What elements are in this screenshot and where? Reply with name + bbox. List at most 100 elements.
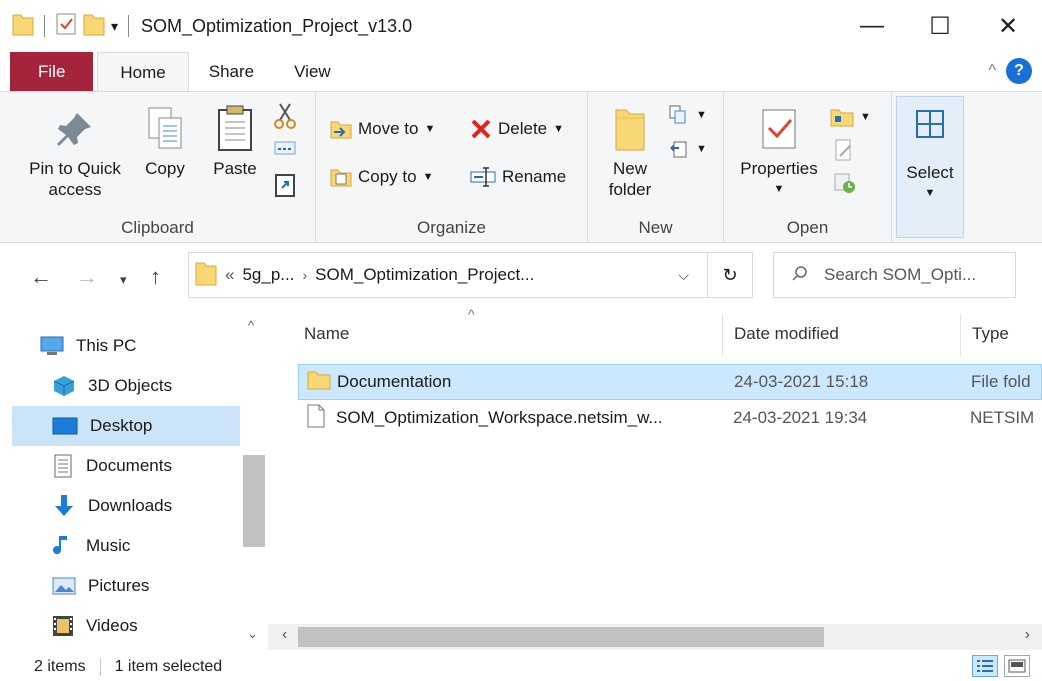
back-arrow-icon[interactable]: ← — [30, 264, 52, 290]
nav-item-documents[interactable]: Documents — [52, 446, 240, 486]
downloads-icon — [55, 495, 73, 516]
scroll-left-icon[interactable]: ‹ — [282, 626, 287, 644]
select-button[interactable]: Select ▼ — [896, 96, 964, 238]
search-box[interactable]: Search SOM_Opti... — [773, 252, 1016, 298]
column-header-date-modified[interactable]: Date modified — [734, 312, 839, 356]
paste-button[interactable]: Paste — [208, 100, 262, 179]
address-bar[interactable]: « 5g_p... › SOM_Optimization_Project... … — [188, 252, 708, 298]
nav-item-3d-objects[interactable]: 3D Objects — [52, 366, 240, 406]
open-group: Properties ▼ ▼ Open — [724, 92, 892, 242]
clipboard-group: Pin to Quick access Copy Paste Clipboard — [0, 92, 316, 242]
open-group-label: Open — [786, 218, 829, 237]
select-icon — [915, 109, 945, 144]
documents-icon — [54, 454, 72, 478]
address-dropdown-icon[interactable]: ⌵ — [678, 267, 689, 284]
new-group-label: New — [638, 218, 673, 237]
videos-icon — [53, 616, 73, 636]
breadcrumb-overflow[interactable]: « — [225, 265, 234, 285]
paste-shortcut-icon[interactable] — [274, 172, 296, 198]
paste-icon — [215, 100, 255, 158]
file-row[interactable]: SOM_Optimization_Workspace.netsim_w... 2… — [298, 400, 1042, 436]
item-count: 2 items — [34, 657, 86, 675]
new-folder-icon — [612, 100, 648, 158]
desktop-icon — [52, 417, 78, 435]
rename-button[interactable]: Rename — [470, 166, 566, 188]
minimize-ribbon-icon[interactable]: ^ — [988, 62, 996, 80]
details-view-button[interactable] — [972, 655, 998, 677]
refresh-icon: ↻ — [722, 264, 738, 285]
properties-button[interactable]: Properties ▼ — [736, 100, 822, 200]
folder-icon — [195, 260, 217, 291]
quick-access-toolbar: ▾ — [0, 12, 133, 41]
scroll-down-icon[interactable]: ⌄ — [247, 626, 258, 642]
delete-icon — [471, 119, 491, 139]
window-title: SOM_Optimization_Project_v13.0 — [141, 15, 413, 36]
new-group: New folder ▼ ▼ New — [588, 92, 724, 242]
breadcrumb-segment-1[interactable]: 5g_p... — [242, 265, 294, 285]
new-folder-icon[interactable] — [83, 12, 105, 41]
help-icon[interactable]: ? — [1006, 58, 1032, 84]
customize-qat-icon[interactable]: ▾ — [111, 18, 118, 35]
maximize-button[interactable]: ☐ — [906, 0, 974, 52]
scroll-right-icon[interactable]: › — [1025, 626, 1030, 644]
tab-view[interactable]: View — [274, 52, 351, 92]
minimize-button[interactable]: — — [838, 0, 906, 52]
horizontal-scroll-thumb[interactable] — [298, 627, 824, 647]
clipboard-group-label: Clipboard — [121, 218, 194, 237]
scroll-up-icon[interactable]: ^ — [248, 318, 254, 333]
open-icon[interactable]: ▼ — [830, 106, 871, 128]
tab-share[interactable]: Share — [189, 52, 274, 92]
large-icons-view-button[interactable] — [1004, 655, 1030, 677]
refresh-button[interactable]: ↻ — [707, 252, 753, 298]
file-type: File fold — [971, 372, 1031, 391]
cut-icon[interactable] — [274, 102, 296, 130]
file-type: NETSIM — [970, 408, 1035, 427]
tab-home[interactable]: Home — [97, 52, 189, 92]
organize-group-label: Organize — [417, 218, 486, 237]
column-header-type[interactable]: Type — [972, 312, 1009, 356]
copy-to-icon — [330, 169, 352, 187]
close-button[interactable]: ✕ — [974, 0, 1042, 52]
forward-arrow-icon[interactable]: → — [76, 264, 98, 290]
nav-pane-scroll-thumb[interactable] — [243, 455, 265, 547]
delete-button[interactable]: Delete ▼ — [470, 118, 564, 140]
file-name: SOM_Optimization_Workspace.netsim_w... — [336, 408, 663, 427]
edit-icon[interactable] — [834, 138, 854, 162]
recent-locations-chevron-icon[interactable]: ▾ — [120, 272, 127, 288]
pin-to-quick-access-button[interactable]: Pin to Quick access — [20, 100, 130, 200]
nav-item-pictures[interactable]: Pictures — [52, 566, 240, 606]
easy-access-icon[interactable]: ▼ — [668, 138, 707, 160]
breadcrumb-segment-2[interactable]: SOM_Optimization_Project... — [315, 265, 534, 285]
nav-item-downloads[interactable]: Downloads — [52, 486, 240, 526]
nav-item-videos[interactable]: Videos — [52, 606, 240, 646]
view-switcher — [972, 655, 1030, 677]
move-to-icon — [330, 121, 352, 139]
organize-group: Move to ▼ Copy to ▼ Delete ▼ Rename Orga… — [316, 92, 588, 242]
move-to-button[interactable]: Move to ▼ — [330, 118, 435, 140]
details-view-icon — [977, 660, 993, 672]
copy-button[interactable]: Copy — [140, 100, 190, 179]
properties-icon[interactable] — [55, 12, 77, 41]
large-icons-view-icon — [1008, 659, 1026, 673]
folder-icon — [307, 369, 331, 396]
copy-path-icon[interactable] — [274, 140, 296, 156]
history-icon[interactable] — [834, 172, 856, 194]
file-date: 24-03-2021 19:34 — [733, 408, 868, 427]
select-label: Select — [906, 163, 954, 182]
new-folder-button[interactable]: New folder — [602, 100, 658, 200]
nav-item-music[interactable]: Music — [52, 526, 240, 566]
properties-icon — [759, 100, 799, 158]
column-header-name[interactable]: Name — [304, 312, 349, 356]
window-controls: — ☐ ✕ — [838, 0, 1042, 52]
search-icon — [792, 265, 808, 286]
up-arrow-icon[interactable]: ↑ — [150, 264, 161, 290]
new-item-icon[interactable]: ▼ — [668, 104, 707, 126]
selection-count: 1 item selected — [114, 657, 223, 675]
tab-file[interactable]: File — [10, 52, 94, 92]
pin-icon — [55, 100, 95, 158]
file-row[interactable]: Documentation 24-03-2021 15:18 File fold — [298, 364, 1042, 400]
nav-item-this-pc[interactable]: This PC — [40, 326, 240, 366]
copy-to-button[interactable]: Copy to ▼ — [330, 166, 433, 188]
status-bar: 2 items 1 item selected — [0, 652, 1042, 681]
nav-item-desktop[interactable]: Desktop — [12, 406, 240, 446]
